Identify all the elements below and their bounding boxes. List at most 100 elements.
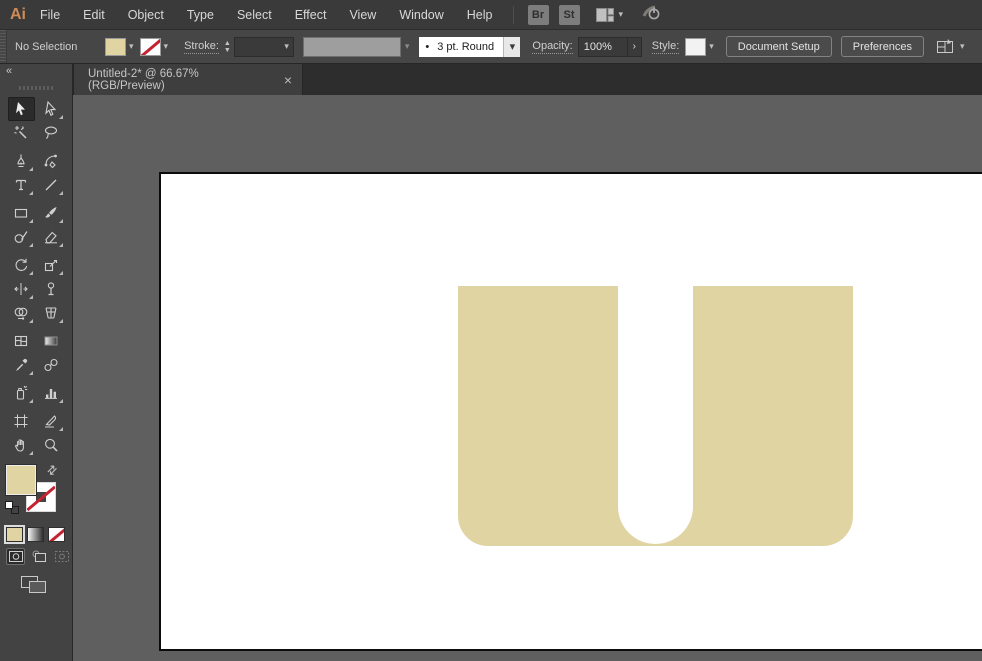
none-slash-icon (141, 39, 160, 55)
stroke-none-swatch[interactable] (139, 37, 161, 56)
bridge-button[interactable]: Br (527, 4, 549, 25)
zoom-tool[interactable] (38, 433, 65, 457)
menu-edit[interactable]: Edit (83, 8, 105, 22)
brush-bullet: • (425, 40, 430, 53)
menu-type[interactable]: Type (187, 8, 214, 22)
eyedropper-tool-icon (16, 358, 28, 371)
menu-view[interactable]: View (349, 8, 376, 22)
direct-selection-tool[interactable] (38, 97, 65, 121)
menu-help[interactable]: Help (467, 8, 493, 22)
tab-close-icon[interactable]: × (284, 73, 292, 87)
slice-tool[interactable] (38, 409, 65, 433)
gradient-button[interactable] (27, 527, 44, 542)
symbol-sprayer-tool[interactable] (8, 381, 35, 405)
menu-items: File Edit Object Type Select Effect View Window… (40, 8, 493, 22)
stroke-weight-dropdown[interactable]: ▾ (233, 36, 294, 57)
u-shape-path[interactable] (458, 286, 853, 546)
column-graph-tool[interactable] (38, 381, 65, 405)
menu-object[interactable]: Object (128, 8, 164, 22)
illustrator-window: Ai File Edit Object Type Select Effect View Win… (0, 0, 982, 661)
menu-select[interactable]: Select (237, 8, 272, 22)
flyout-indicator (28, 295, 33, 299)
u-shape[interactable] (161, 174, 982, 649)
none-button[interactable] (48, 527, 65, 542)
gradient-tool-icon (44, 336, 58, 346)
gradient-tool[interactable] (38, 329, 65, 353)
flyout-indicator (28, 167, 33, 171)
scale-tool[interactable] (38, 253, 65, 277)
shape-builder-tool-icon (14, 307, 28, 320)
menu-bar: Ai File Edit Object Type Select Effect View Win… (0, 0, 982, 29)
opacity-flyout-icon[interactable]: › (627, 36, 642, 57)
curvature-tool-icon (44, 154, 57, 169)
swap-fill-stroke-icon[interactable]: ⇄ (44, 461, 61, 478)
selection-tool[interactable] (7, 97, 35, 121)
document-tab[interactable]: Untitled-2* @ 66.67% (RGB/Preview) × (73, 64, 303, 95)
column-graph-tool-icon (45, 389, 57, 399)
document-setup-button[interactable]: Document Setup (725, 36, 832, 57)
fill-color-dropdown[interactable]: ▾ (105, 37, 134, 56)
eraser-tool[interactable] (38, 225, 65, 249)
opacity-input[interactable]: 100% (577, 36, 628, 57)
flyout-indicator (58, 191, 63, 195)
draw-behind-button[interactable] (29, 548, 48, 565)
style-panel-link[interactable]: Style: (651, 40, 680, 54)
menu-window[interactable]: Window (399, 8, 443, 22)
screen-mode-button[interactable] (20, 575, 72, 597)
type-tool[interactable] (8, 173, 35, 197)
lasso-tool[interactable] (38, 121, 65, 145)
workspace-switcher[interactable]: ▾ (595, 7, 623, 22)
blend-tool-icon (44, 358, 58, 372)
artboard[interactable] (159, 172, 982, 651)
blend-tool[interactable] (38, 353, 65, 377)
stepper-down-icon[interactable]: ▼ (224, 47, 231, 54)
style-dropdown[interactable]: ▾ (685, 37, 714, 56)
puppet-warp-tool[interactable] (38, 277, 65, 301)
menu-effect[interactable]: Effect (295, 8, 327, 22)
style-swatch[interactable] (685, 37, 707, 56)
line-segment-tool[interactable] (38, 173, 65, 197)
stock-button[interactable]: St (558, 4, 580, 25)
menu-file[interactable]: File (40, 8, 60, 22)
stroke-color-dropdown[interactable]: ▾ (139, 37, 168, 56)
fill-color-swatch[interactable] (105, 37, 126, 56)
rectangle-tool[interactable] (8, 201, 35, 225)
panel-grip[interactable] (19, 86, 53, 90)
power-icon[interactable] (641, 4, 661, 25)
default-fill-stroke-icon[interactable] (5, 501, 19, 514)
stroke-panel-link[interactable]: Stroke: (184, 40, 219, 54)
shape-builder-tool[interactable] (8, 301, 35, 325)
separator (512, 5, 514, 24)
flyout-indicator (58, 115, 63, 119)
arrange-documents-icon[interactable]: ▾ (936, 38, 965, 55)
width-tool[interactable] (8, 277, 35, 301)
fill-swatch[interactable] (5, 464, 37, 496)
eyedropper-tool[interactable] (8, 353, 35, 377)
control-bar: No Selection ▾ ▾ Stroke: ▲ ▼ ▾ ▾ • 3 pt.… (0, 29, 982, 64)
pen-tool[interactable] (8, 149, 35, 173)
mesh-tool[interactable] (8, 329, 35, 353)
artboard-tool[interactable] (8, 409, 35, 433)
draw-normal-button[interactable] (6, 548, 25, 565)
chevron-down-icon[interactable]: ▾ (503, 36, 521, 57)
shaper-tool[interactable] (8, 225, 35, 249)
brush-definition-dropdown[interactable]: • 3 pt. Round ▾ (419, 36, 521, 57)
stepper-up-icon[interactable]: ▲ (224, 40, 231, 47)
opacity-panel-link[interactable]: Opacity: (532, 40, 573, 54)
curvature-tool[interactable] (38, 149, 65, 173)
canvas-area[interactable] (73, 95, 982, 661)
flyout-indicator (28, 219, 33, 223)
stroke-weight-stepper[interactable]: ▲ ▼ (224, 40, 231, 54)
color-button[interactable] (4, 525, 25, 544)
perspective-grid-tool[interactable] (38, 301, 65, 325)
chevron-down-icon: ▾ (284, 41, 289, 51)
magic-wand-tool[interactable] (8, 121, 35, 145)
screen-mode-icon (21, 576, 46, 593)
rotate-tool[interactable] (8, 253, 35, 277)
collapse-panel-button[interactable]: « (6, 65, 12, 77)
paintbrush-tool[interactable] (38, 201, 65, 225)
lasso-tool-icon (44, 126, 58, 139)
preferences-button[interactable]: Preferences (840, 36, 925, 57)
hand-tool[interactable] (8, 433, 35, 457)
panel-grip[interactable] (0, 30, 7, 63)
